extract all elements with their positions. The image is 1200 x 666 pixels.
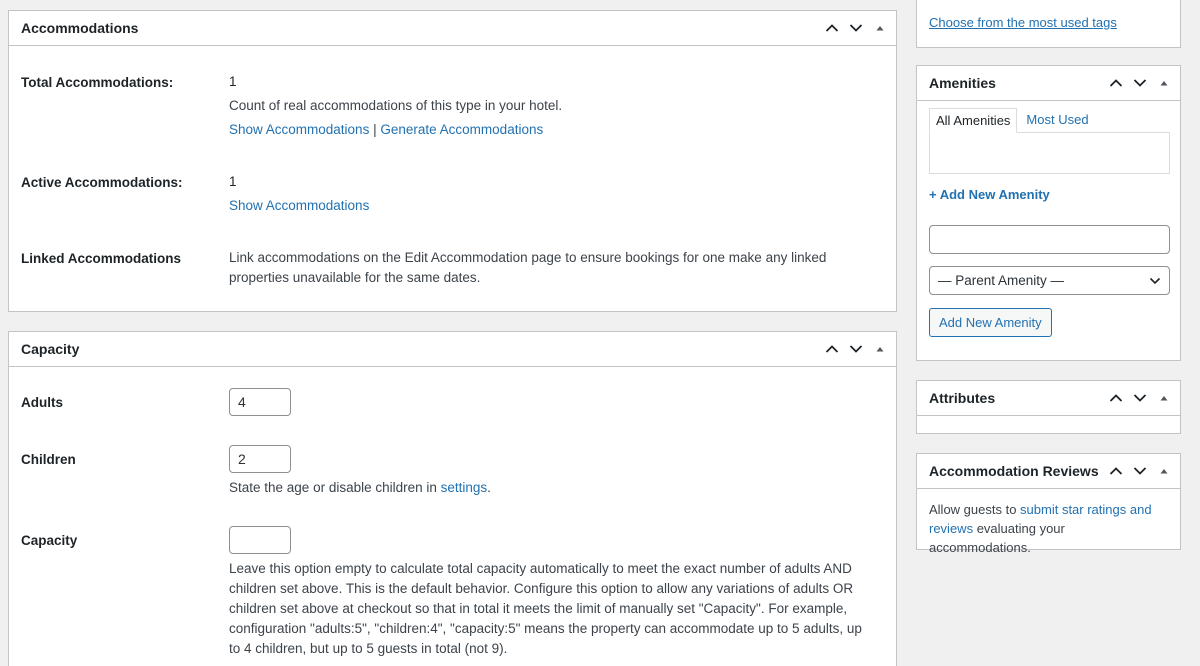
children-label: Children bbox=[21, 452, 76, 467]
move-down-button[interactable] bbox=[1128, 454, 1152, 489]
amenities-checklist-panel bbox=[929, 132, 1170, 174]
show-active-accommodations-link[interactable]: Show Accommodations bbox=[229, 198, 369, 213]
move-down-button[interactable] bbox=[844, 11, 868, 46]
caret-up-icon bbox=[876, 26, 884, 31]
move-up-button[interactable] bbox=[820, 332, 844, 367]
postbox-title: Amenities bbox=[929, 75, 996, 91]
postbox-header: Attributes bbox=[917, 381, 1180, 416]
postbox-header: Capacity bbox=[9, 332, 896, 367]
capacity-postbox: Capacity Adults Children State the age o… bbox=[8, 331, 897, 666]
total-accommodations-count: 1 bbox=[229, 74, 237, 89]
settings-link[interactable]: settings bbox=[441, 480, 488, 495]
add-new-amenity-toggle-link[interactable]: + Add New Amenity bbox=[929, 187, 1050, 202]
toggle-panel-button[interactable] bbox=[868, 332, 892, 367]
chevron-up-icon bbox=[825, 24, 839, 32]
postbox-header: Accommodations bbox=[9, 11, 896, 46]
tags-postbox: Choose from the most used tags bbox=[916, 0, 1181, 48]
active-accommodations-value-block: 1 Show Accommodations bbox=[229, 170, 872, 218]
parent-amenity-selected: — Parent Amenity — bbox=[938, 273, 1065, 288]
handle-actions bbox=[1104, 381, 1180, 415]
toggle-panel-button[interactable] bbox=[1152, 454, 1176, 489]
chevron-down-icon bbox=[1133, 467, 1147, 475]
postbox-title: Accommodation Reviews bbox=[929, 463, 1099, 479]
total-accommodations-value-block: 1 Count of real accommodations of this t… bbox=[229, 70, 872, 142]
postbox-header: Amenities bbox=[917, 66, 1180, 101]
children-description-text: State the age or disable children in bbox=[229, 480, 441, 495]
move-down-button[interactable] bbox=[1128, 66, 1152, 101]
chevron-up-icon bbox=[825, 345, 839, 353]
reviews-postbox: Accommodation Reviews Allow guests to su… bbox=[916, 453, 1181, 555]
attributes-postbox: Attributes bbox=[916, 380, 1181, 434]
chevron-down-icon bbox=[1149, 277, 1161, 284]
chevron-down-icon bbox=[1133, 79, 1147, 87]
move-down-button[interactable] bbox=[1128, 381, 1152, 416]
total-accommodations-label: Total Accommodations: bbox=[21, 75, 174, 90]
choose-most-used-tags-link[interactable]: Choose from the most used tags bbox=[929, 15, 1117, 30]
move-up-button[interactable] bbox=[820, 11, 844, 46]
children-description-end: . bbox=[487, 480, 491, 495]
handle-actions bbox=[1104, 66, 1180, 100]
generate-accommodations-link[interactable]: Generate Accommodations bbox=[380, 122, 543, 137]
postbox-title: Attributes bbox=[929, 390, 996, 406]
link-separator: | bbox=[373, 122, 377, 137]
reviews-text-before: Allow guests to bbox=[929, 502, 1021, 517]
toggle-panel-button[interactable] bbox=[1152, 66, 1176, 101]
move-up-button[interactable] bbox=[1104, 66, 1128, 101]
reviews-description: Allow guests to submit star ratings and … bbox=[929, 500, 1170, 557]
new-amenity-input[interactable] bbox=[929, 225, 1170, 254]
capacity-label: Capacity bbox=[21, 533, 78, 548]
parent-amenity-select[interactable]: — Parent Amenity — bbox=[929, 266, 1170, 295]
total-accommodations-description: Count of real accommodations of this typ… bbox=[229, 98, 563, 113]
chevron-up-icon bbox=[1109, 79, 1123, 87]
amenities-postbox: Amenities All Amenities Most Used + Add … bbox=[916, 65, 1181, 361]
chevron-down-icon bbox=[849, 24, 863, 32]
linked-accommodations-description-block: Link accommodations on the Edit Accommod… bbox=[229, 248, 834, 288]
capacity-input-wrap: Leave this option empty to calculate tot… bbox=[229, 526, 866, 659]
caret-up-icon bbox=[1160, 469, 1168, 474]
adults-input-wrap bbox=[229, 388, 872, 416]
children-description: State the age or disable children in set… bbox=[229, 476, 872, 500]
capacity-input[interactable] bbox=[229, 526, 291, 554]
chevron-down-icon bbox=[849, 345, 863, 353]
show-accommodations-link[interactable]: Show Accommodations bbox=[229, 122, 369, 137]
move-up-button[interactable] bbox=[1104, 381, 1128, 416]
linked-accommodations-description: Link accommodations on the Edit Accommod… bbox=[229, 250, 827, 285]
add-new-amenity-button[interactable]: Add New Amenity bbox=[929, 308, 1052, 337]
total-accommodations-links: Show Accommodations | Generate Accommoda… bbox=[229, 118, 872, 142]
linked-accommodations-label: Linked Accommodations bbox=[21, 251, 182, 266]
adults-label: Adults bbox=[21, 395, 63, 410]
caret-up-icon bbox=[876, 347, 884, 352]
handle-actions bbox=[820, 332, 896, 366]
caret-up-icon bbox=[1160, 396, 1168, 401]
handle-actions bbox=[820, 11, 896, 45]
chevron-up-icon bbox=[1109, 467, 1123, 475]
postbox-title: Capacity bbox=[21, 341, 80, 357]
active-accommodations-label: Active Accommodations: bbox=[21, 175, 183, 190]
chevron-up-icon bbox=[1109, 394, 1123, 402]
children-input[interactable] bbox=[229, 445, 291, 473]
tab-all-amenities[interactable]: All Amenities bbox=[929, 108, 1018, 133]
move-down-button[interactable] bbox=[844, 332, 868, 367]
children-input-wrap: State the age or disable children in set… bbox=[229, 445, 872, 500]
caret-up-icon bbox=[1160, 81, 1168, 86]
accommodations-postbox: Accommodations Total Accommodations: 1 C… bbox=[8, 10, 897, 312]
adults-input[interactable] bbox=[229, 388, 291, 416]
capacity-description: Leave this option empty to calculate tot… bbox=[229, 561, 862, 656]
toggle-panel-button[interactable] bbox=[868, 11, 892, 46]
move-up-button[interactable] bbox=[1104, 454, 1128, 489]
postbox-title: Accommodations bbox=[21, 20, 139, 36]
active-accommodations-count: 1 bbox=[229, 174, 237, 189]
tab-most-used[interactable]: Most Used bbox=[1017, 108, 1097, 133]
amenities-tabs: All Amenities Most Used bbox=[929, 108, 1098, 133]
chevron-down-icon bbox=[1133, 394, 1147, 402]
toggle-panel-button[interactable] bbox=[1152, 381, 1176, 416]
postbox-header: Accommodation Reviews bbox=[917, 454, 1180, 489]
handle-actions bbox=[1104, 454, 1180, 488]
